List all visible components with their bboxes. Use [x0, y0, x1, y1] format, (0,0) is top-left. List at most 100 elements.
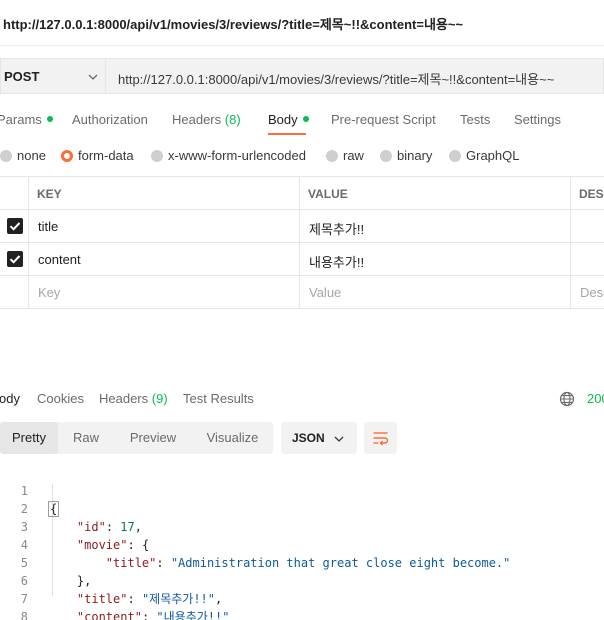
url-input[interactable]: http://127.0.0.1:8000/api/v1/movies/3/re… [106, 58, 604, 94]
request-url-row: POST http://127.0.0.1:8000/api/v1/movies… [0, 58, 604, 94]
tab-settings[interactable]: Settings [514, 112, 561, 127]
table-row: content 내용추가!! [0, 243, 604, 276]
new-key-input[interactable]: Key [29, 276, 300, 309]
view-pretty-button[interactable]: Pretty [0, 422, 58, 454]
response-tab-body[interactable]: ody [0, 391, 20, 406]
row-key-cell[interactable]: title [29, 210, 300, 243]
body-type-form-data-label: form-data [78, 148, 134, 163]
view-preview-button[interactable]: Preview [114, 422, 192, 454]
view-mode-switcher: Pretty Raw Preview Visualize [0, 422, 273, 454]
table-header-description-cell: DESC [571, 177, 604, 210]
table-row-empty: Key Value Desc [0, 276, 604, 309]
radio-binary[interactable] [380, 150, 392, 162]
check-icon [9, 255, 21, 264]
table-row: title 제목추가!! [0, 210, 604, 243]
body-type-graphql-label: GraphQL [466, 148, 520, 163]
row-check-cell [0, 243, 29, 276]
tab-headers-label: Headers [172, 112, 222, 127]
code-line: 5 }, [0, 536, 604, 588]
body-type-raw-label: raw [343, 148, 364, 163]
column-header-key: KEY [37, 187, 62, 201]
method-label: POST [4, 69, 40, 84]
body-indicator-dot [302, 116, 309, 122]
active-tab-underline [268, 133, 306, 135]
format-select[interactable]: JSON [281, 422, 357, 454]
row-value: 내용추가!! [309, 255, 365, 270]
body-type-none-label: none [17, 148, 46, 163]
check-icon [9, 222, 21, 231]
row-key: content [38, 252, 81, 267]
view-visualize-button[interactable]: Visualize [192, 422, 273, 454]
code-line: 1 { [0, 464, 604, 517]
column-header-description: DESC [579, 187, 604, 201]
format-select-value: JSON [292, 431, 325, 445]
response-status[interactable]: 200 [587, 391, 604, 406]
code-line: 8 } [0, 590, 604, 620]
response-tab-cookies[interactable]: Cookies [37, 391, 84, 406]
method-select[interactable]: POST [0, 58, 106, 94]
response-tab-headers[interactable]: Headers (9) [99, 391, 168, 406]
chevron-down-icon [88, 74, 98, 80]
form-data-table: KEY VALUE DESC title 제목추가!! content [0, 176, 604, 309]
body-type-urlencoded-label: x-www-form-urlencoded [168, 148, 306, 163]
row-checkbox[interactable] [7, 251, 23, 267]
line-number: 8 [20, 610, 28, 620]
row-value: 제목추가!! [309, 222, 365, 237]
code-line: 7 "content": "내용추가!!" [0, 572, 604, 620]
table-header-row: KEY VALUE DESC [0, 177, 604, 210]
row-value-cell[interactable]: 내용추가!! [300, 243, 571, 276]
wrap-lines-button[interactable] [364, 422, 397, 454]
response-tab-test-results[interactable]: Test Results [183, 391, 254, 406]
tab-params-label: Params [0, 112, 42, 127]
tab-body-label: Body [268, 112, 298, 127]
row-key: title [38, 219, 59, 234]
url-input-value: http://127.0.0.1:8000/api/v1/movies/3/re… [118, 72, 555, 87]
radio-none[interactable] [0, 150, 12, 162]
new-value-input[interactable]: Value [300, 276, 571, 309]
tab-headers[interactable]: Headers (8) [172, 112, 241, 127]
wrap-lines-icon [373, 432, 389, 446]
new-description-input[interactable]: Desc [571, 276, 604, 309]
row-description-cell[interactable] [571, 210, 604, 243]
key-placeholder: Key [38, 285, 61, 300]
description-placeholder: Desc [580, 285, 604, 300]
code-content: "content": "내용추가!!" [48, 608, 230, 620]
radio-raw[interactable] [326, 150, 338, 162]
window-title-bar: http://127.0.0.1:8000/api/v1/movies/3/re… [0, 0, 604, 46]
body-type-options: none form-data x-www-form-urlencoded raw… [0, 146, 604, 166]
code-line: 3 "movie": { [0, 500, 604, 552]
response-tabs: ody Cookies Headers (9) Test Results 200 [0, 388, 604, 412]
params-indicator-dot [46, 116, 53, 122]
row-check-cell [0, 210, 29, 243]
table-header-value-cell: VALUE [300, 177, 571, 210]
tab-params[interactable]: Params [0, 112, 53, 127]
body-type-binary[interactable]: binary [380, 148, 432, 163]
globe-icon[interactable] [559, 391, 575, 407]
table-header-check-cell [0, 177, 29, 210]
row-key-cell[interactable]: content [29, 243, 300, 276]
json-string: "내용추가!!" [156, 610, 230, 620]
tab-tests[interactable]: Tests [460, 112, 490, 127]
body-type-urlencoded[interactable]: x-www-form-urlencoded [151, 148, 306, 163]
radio-urlencoded[interactable] [151, 150, 163, 162]
code-line: 6 "title": "제목추가!!", [0, 554, 604, 606]
body-type-raw[interactable]: raw [326, 148, 364, 163]
body-type-form-data[interactable]: form-data [61, 148, 134, 163]
row-value-cell[interactable]: 제목추가!! [300, 210, 571, 243]
response-tab-headers-count: (9) [151, 391, 168, 406]
tab-authorization[interactable]: Authorization [72, 112, 148, 127]
tab-pre-request-script[interactable]: Pre-request Script [331, 112, 436, 127]
body-type-none[interactable]: none [0, 148, 46, 163]
radio-form-data[interactable] [61, 150, 73, 162]
window-title: http://127.0.0.1:8000/api/v1/movies/3/re… [3, 17, 464, 32]
body-type-binary-label: binary [397, 148, 433, 163]
response-body-viewer[interactable]: 1 { 2 "id": 17, 3 "movie": { 4 "title": … [0, 464, 604, 620]
table-header-key-cell: KEY [29, 177, 300, 210]
row-description-cell[interactable] [571, 243, 604, 276]
row-checkbox[interactable] [7, 218, 23, 234]
radio-graphql[interactable] [449, 150, 461, 162]
code-line: 2 "id": 17, [0, 482, 604, 534]
view-raw-button[interactable]: Raw [58, 422, 114, 454]
body-type-graphql[interactable]: GraphQL [449, 148, 519, 163]
tab-body[interactable]: Body [268, 112, 309, 127]
